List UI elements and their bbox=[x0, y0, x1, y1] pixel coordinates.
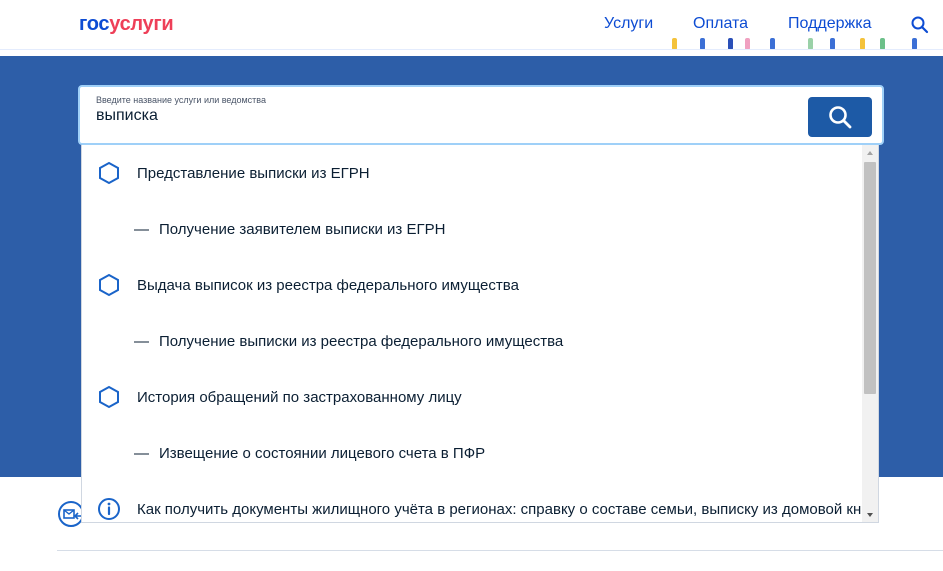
header-decoration bbox=[745, 38, 750, 49]
suggestions-dropdown: Представление выписки из ЕГРН — Получени… bbox=[81, 145, 879, 523]
suggestion-subitem[interactable]: — Извещение о состоянии лицевого счета в… bbox=[82, 425, 864, 481]
nav-support[interactable]: Поддержка bbox=[788, 15, 871, 33]
header-decoration bbox=[830, 38, 835, 49]
suggestion-subitem[interactable]: — Получение заявителем выписки из ЕГРН bbox=[82, 201, 864, 257]
hexagon-icon bbox=[99, 161, 119, 185]
search-icon[interactable] bbox=[910, 15, 930, 35]
gosuslugi-logo[interactable]: госуслуги bbox=[79, 13, 174, 36]
header-decoration bbox=[880, 38, 885, 49]
scroll-thumb[interactable] bbox=[864, 162, 876, 394]
header-decoration bbox=[770, 38, 775, 49]
suggestion-item[interactable]: История обращений по застрахованному лиц… bbox=[82, 369, 864, 425]
header-decoration bbox=[912, 38, 917, 49]
suggestion-text: Как получить документы жилищного учёта в… bbox=[137, 500, 864, 518]
nav-services[interactable]: Услуги bbox=[604, 15, 653, 33]
search-button[interactable] bbox=[808, 97, 872, 137]
suggestion-text: Получение заявителем выписки из ЕГРН bbox=[159, 220, 446, 238]
dash-marker: — bbox=[134, 444, 149, 462]
suggestion-text: Представление выписки из ЕГРН bbox=[137, 164, 370, 182]
hexagon-icon bbox=[99, 273, 119, 297]
header-decoration bbox=[728, 38, 733, 49]
header-decoration bbox=[808, 38, 813, 49]
suggestion-text: История обращений по застрахованному лиц… bbox=[137, 388, 462, 406]
suggestion-text: Получение выписки из реестра федеральног… bbox=[159, 332, 564, 350]
dash-marker: — bbox=[134, 332, 149, 350]
suggestion-subitem[interactable]: — Получение выписки из реестра федеральн… bbox=[82, 313, 864, 369]
header: госуслуги Услуги Оплата Поддержка bbox=[0, 0, 943, 50]
search-box[interactable]: Введите название услуги или ведомства вы… bbox=[78, 85, 884, 145]
divider bbox=[57, 550, 943, 551]
scrollbar[interactable] bbox=[862, 145, 878, 522]
scroll-up-arrow-icon[interactable] bbox=[862, 145, 878, 161]
logo-part-uslugi: услуги bbox=[109, 13, 174, 35]
nav-payment[interactable]: Оплата bbox=[693, 15, 748, 33]
suggestion-item-info[interactable]: Как получить документы жилищного учёта в… bbox=[82, 481, 864, 522]
scroll-down-arrow-icon[interactable] bbox=[862, 507, 878, 522]
header-decoration bbox=[860, 38, 865, 49]
header-decoration bbox=[700, 38, 705, 49]
search-icon bbox=[829, 106, 852, 129]
suggestion-item[interactable]: Выдача выписок из реестра федерального и… bbox=[82, 257, 864, 313]
search-label: Введите название услуги или ведомства bbox=[96, 95, 266, 105]
logo-part-gos: гос bbox=[79, 13, 110, 35]
info-icon bbox=[98, 498, 120, 520]
suggestion-item[interactable]: Представление выписки из ЕГРН bbox=[82, 145, 864, 201]
search-input[interactable]: выписка bbox=[96, 107, 158, 125]
hexagon-icon bbox=[99, 385, 119, 409]
suggestion-text: Выдача выписок из реестра федерального и… bbox=[137, 276, 519, 294]
dash-marker: — bbox=[134, 220, 149, 238]
suggestion-text: Извещение о состоянии лицевого счета в П… bbox=[159, 444, 486, 462]
header-decoration bbox=[672, 38, 677, 49]
